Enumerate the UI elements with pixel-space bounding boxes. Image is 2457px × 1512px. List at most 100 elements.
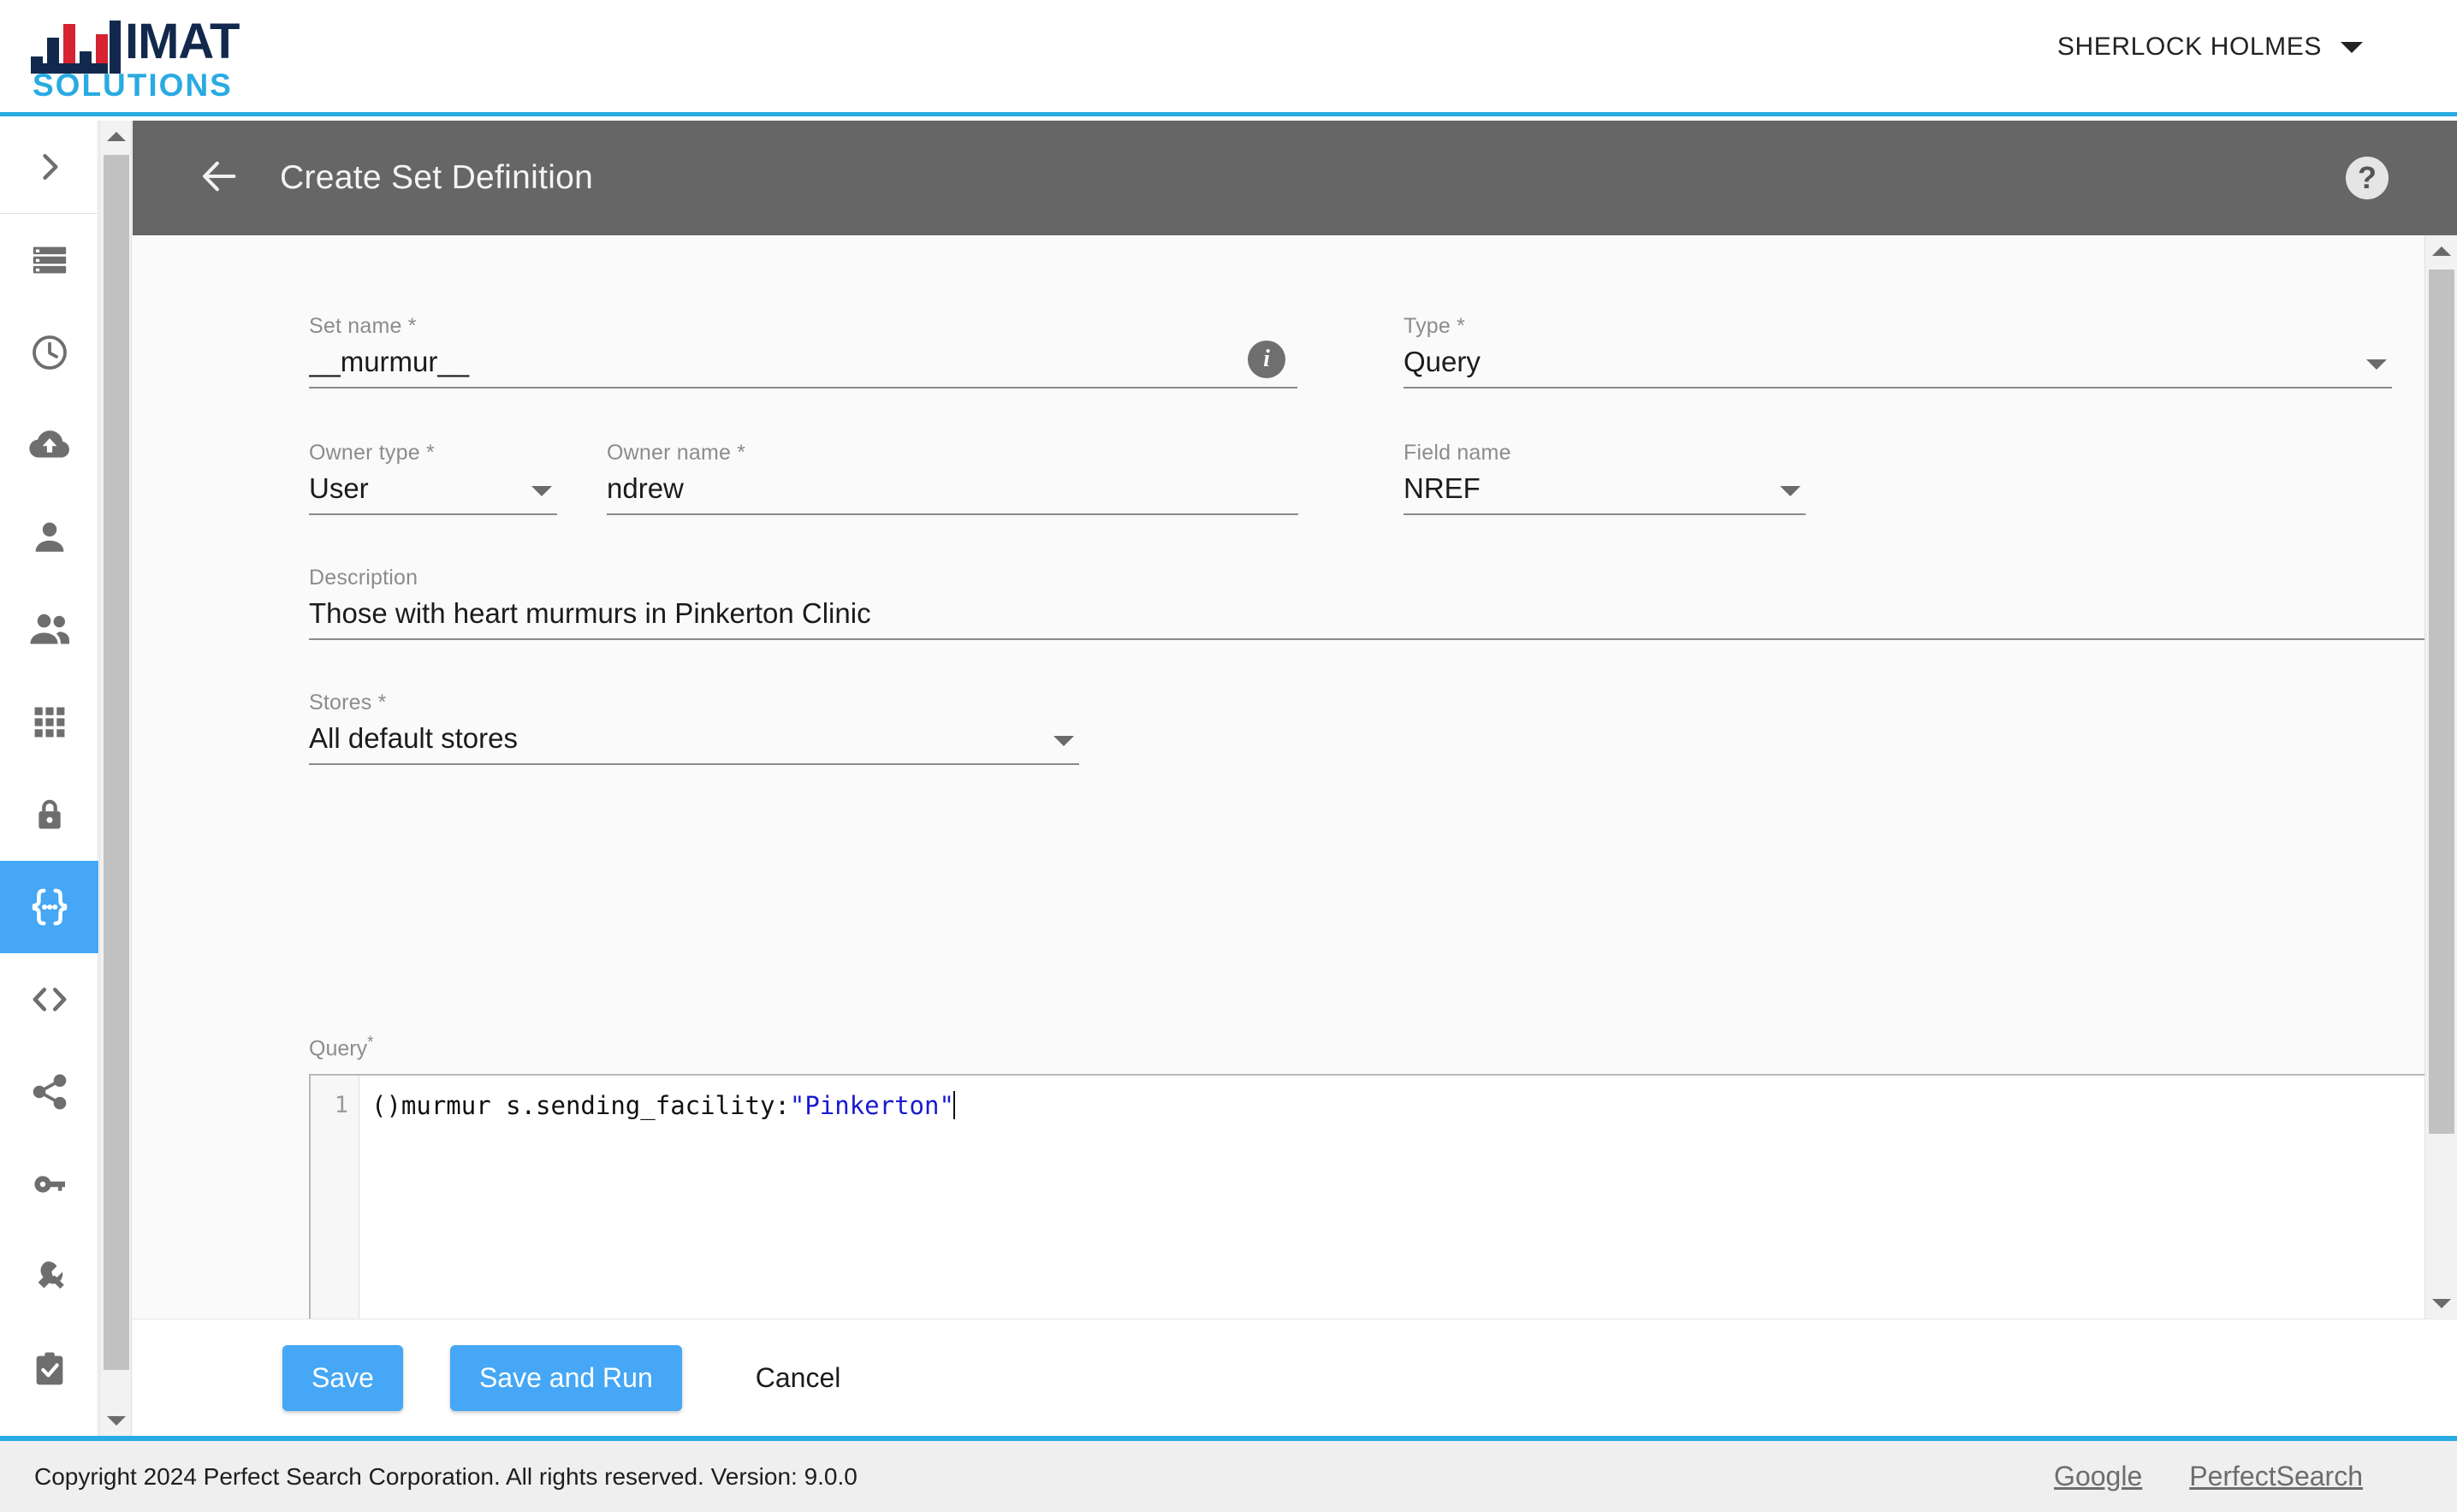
- back-button[interactable]: [197, 154, 241, 203]
- stores-select-wrap[interactable]: All default stores: [309, 715, 1079, 765]
- field-name-select-value[interactable]: NREF: [1404, 472, 1806, 513]
- type-select-value[interactable]: Query: [1404, 346, 2392, 387]
- save-and-run-button[interactable]: Save and Run: [449, 1344, 682, 1411]
- lock-icon: [30, 795, 69, 834]
- form-scrollbar[interactable]: [2424, 235, 2457, 1319]
- line-number: 1: [334, 1092, 348, 1118]
- set-definition-form: Set name * __murmur__ i Type * Query Own…: [133, 235, 2457, 1319]
- owner-name-input-wrap[interactable]: ndrew: [607, 465, 1298, 515]
- sidebar-item-storage[interactable]: [0, 214, 98, 306]
- triangle-down-icon: [2432, 1298, 2451, 1308]
- type-select-wrap[interactable]: Query: [1404, 339, 2392, 388]
- scroll-down-button[interactable]: [100, 1405, 133, 1436]
- stores-label: Stores *: [309, 691, 387, 714]
- stores-select-value[interactable]: All default stores: [309, 722, 1079, 763]
- main-panel: Create Set Definition ? Set name * __mur…: [133, 121, 2457, 1436]
- chevron-down-icon: [531, 486, 552, 496]
- sidebar-item-tools[interactable]: [0, 1230, 98, 1323]
- owner-type-select-wrap[interactable]: User: [309, 465, 557, 515]
- logo-wordmark-sub: SOLUTIONS: [33, 68, 233, 103]
- description-input[interactable]: Those with heart murmurs in Pinkerton Cl…: [309, 597, 2457, 638]
- field-owner-type: Owner type * User: [309, 441, 557, 515]
- description-input-wrap[interactable]: Those with heart murmurs in Pinkerton Cl…: [309, 590, 2457, 640]
- set-name-input-wrap[interactable]: __murmur__ i: [309, 339, 1297, 388]
- arrow-left-icon: [197, 154, 241, 203]
- scroll-up-button[interactable]: [100, 121, 133, 151]
- page-scrollbar[interactable]: [99, 121, 132, 1436]
- query-code-prefix: ()murmur s.sending_facility:: [371, 1091, 790, 1120]
- page-header: Create Set Definition ?: [133, 121, 2457, 235]
- field-owner-name: Owner name * ndrew: [607, 441, 1298, 515]
- type-label: Type *: [1404, 314, 1466, 338]
- action-bar: Save Save and Run Cancel: [133, 1319, 2457, 1436]
- sidebar-rail: [0, 121, 98, 1436]
- sidebar-item-patients[interactable]: [0, 491, 98, 584]
- info-icon[interactable]: i: [1248, 341, 1285, 378]
- form-scrollbar-thumb[interactable]: [2429, 270, 2454, 1134]
- wrench-icon: [29, 1256, 70, 1297]
- field-name-label: Field name: [1404, 441, 1511, 465]
- sidebar-item-keys[interactable]: [0, 1138, 98, 1230]
- footer: Copyright 2024 Perfect Search Corporatio…: [0, 1436, 2457, 1512]
- bar-chart-logo-icon: [31, 21, 121, 74]
- chevron-down-icon: [1780, 486, 1801, 496]
- help-glyph: ?: [2358, 160, 2377, 195]
- owner-name-input[interactable]: ndrew: [607, 472, 1298, 513]
- owner-type-select-value[interactable]: User: [309, 472, 557, 513]
- editor-gutter: 1: [311, 1076, 359, 1319]
- description-label: Description: [309, 566, 418, 590]
- share-icon: [29, 1071, 70, 1112]
- sidebar-item-code[interactable]: [0, 953, 98, 1046]
- query-label: Query*: [309, 1034, 374, 1061]
- person-icon: [29, 517, 70, 558]
- clock-icon: [29, 332, 70, 373]
- app-shell: Create Set Definition ? Set name * __mur…: [0, 121, 2457, 1436]
- people-icon: [27, 608, 72, 652]
- sidebar-item-groups[interactable]: [0, 584, 98, 676]
- triangle-up-icon: [107, 131, 126, 141]
- field-set-name: Set name * __murmur__ i: [309, 314, 1297, 388]
- editor-code-area[interactable]: ()murmur s.sending_facility:"Pinkerton": [359, 1076, 2457, 1319]
- sidebar-item-history[interactable]: [0, 306, 98, 399]
- field-stores: Stores * All default stores: [309, 691, 1079, 765]
- triangle-up-icon: [2432, 246, 2451, 256]
- copyright-text: Copyright 2024 Perfect Search Corporatio…: [34, 1462, 858, 1490]
- storage-icon: [30, 240, 69, 280]
- chevron-down-icon: [2341, 41, 2363, 53]
- sidebar-item-upload[interactable]: [0, 399, 98, 491]
- text-caret: [953, 1091, 955, 1119]
- braces-icon: [27, 884, 73, 930]
- query-editor[interactable]: 1 ()murmur s.sending_facility:"Pinkerton…: [309, 1074, 2457, 1319]
- field-type: Type * Query: [1404, 314, 2392, 388]
- form-scroll-down-button[interactable]: [2425, 1288, 2457, 1319]
- sidebar-item-share[interactable]: [0, 1046, 98, 1138]
- footer-links: Google PerfectSearch: [2054, 1461, 2363, 1492]
- sidebar-item-tasks[interactable]: [0, 1323, 98, 1415]
- set-name-input[interactable]: __murmur__: [309, 346, 1297, 387]
- top-bar: IMAT SOLUTIONS SHERLOCK HOLMES: [0, 0, 2457, 116]
- sidebar-item-security[interactable]: [0, 768, 98, 861]
- help-question-icon[interactable]: ?: [2346, 157, 2389, 199]
- save-button[interactable]: Save: [282, 1344, 403, 1411]
- sidebar-item-set-definitions[interactable]: [0, 861, 98, 953]
- user-name-label: SHERLOCK HOLMES: [2056, 33, 2322, 61]
- key-icon: [29, 1164, 70, 1205]
- cloud-upload-icon: [28, 424, 71, 466]
- chevron-down-icon: [2366, 359, 2387, 370]
- cancel-button[interactable]: Cancel: [733, 1345, 864, 1411]
- user-menu[interactable]: SHERLOCK HOLMES: [2057, 33, 2363, 62]
- page-title: Create Set Definition: [280, 159, 594, 196]
- field-name-select-wrap[interactable]: NREF: [1404, 465, 1806, 515]
- form-scroll-up-button[interactable]: [2425, 235, 2457, 266]
- field-description: Description Those with heart murmurs in …: [309, 566, 2457, 640]
- owner-name-label: Owner name *: [607, 441, 746, 465]
- perfectsearch-link[interactable]: PerfectSearch: [2189, 1461, 2363, 1492]
- code-icon: [28, 978, 71, 1021]
- sidebar-item-expand-menu[interactable]: [0, 121, 98, 213]
- logo-wordmark-main: IMAT: [125, 14, 240, 69]
- google-link[interactable]: Google: [2054, 1461, 2142, 1492]
- chevron-right-icon: [31, 148, 68, 186]
- scrollbar-thumb[interactable]: [104, 155, 129, 1370]
- sidebar-item-apps[interactable]: [0, 676, 98, 768]
- triangle-down-icon: [107, 1415, 126, 1426]
